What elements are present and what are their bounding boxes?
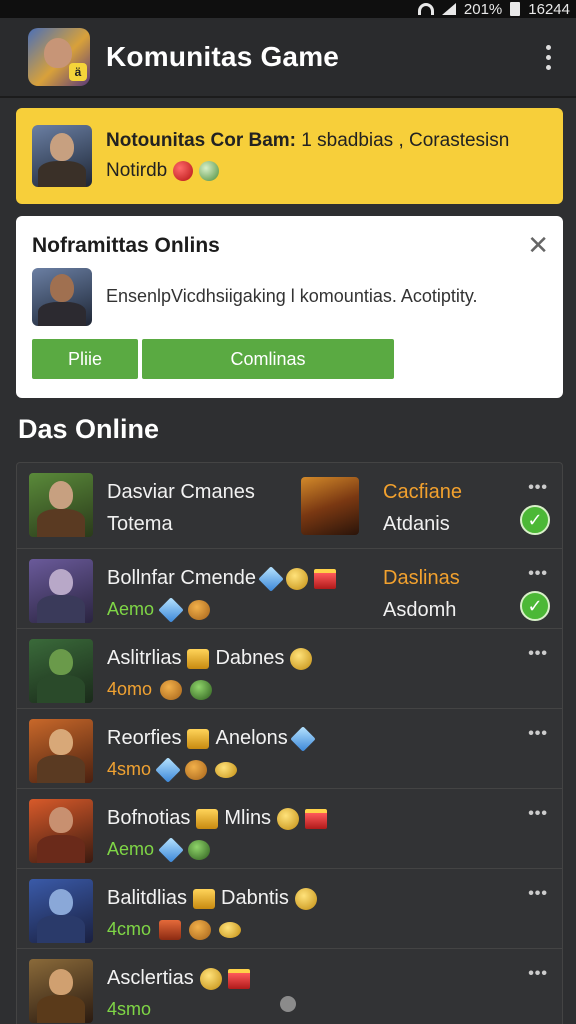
player-sub: Totema [107, 513, 173, 535]
more-icon[interactable]: ••• [528, 725, 548, 743]
box-icon [187, 648, 210, 669]
list-item[interactable]: Bollnfar Cmende Aemo Daslinas Asdomh •••… [16, 548, 563, 628]
app-logo: ä [28, 28, 90, 86]
player-tag: Dabnes [215, 647, 285, 669]
notice-subtext: Notirdb [106, 160, 168, 181]
ball-icon [173, 161, 194, 181]
notice-banner[interactable]: Notounitas Cor Bam: 1 sbadbias , Coraste… [16, 108, 563, 204]
card-title: Noframittas Onlins [32, 234, 220, 257]
player-name: Reorfies [107, 727, 182, 749]
game-name: Daslinas [383, 567, 460, 589]
potion-icon [188, 839, 211, 860]
list-item[interactable]: Asclertias 4smo ••• [16, 948, 563, 1024]
battery-icon [510, 2, 521, 16]
box-icon [193, 888, 216, 909]
avatar [29, 639, 93, 703]
gem-icon [158, 596, 184, 623]
player-sub: Aemo [107, 839, 155, 859]
more-icon[interactable]: ••• [528, 479, 548, 497]
ball-icon [185, 759, 208, 780]
game-status: Asdomh [383, 599, 457, 621]
join-button[interactable]: Comlinas [142, 339, 394, 379]
more-icon[interactable]: ••• [528, 965, 548, 983]
gem-icon [155, 756, 181, 783]
player-name: Aslitrlias [107, 647, 182, 669]
online-check-icon: ✓ [520, 591, 550, 621]
chest-icon [159, 919, 182, 940]
player-name: Dasviar Cmanes [107, 481, 255, 503]
box-icon [187, 728, 210, 749]
avatar [32, 125, 92, 187]
player-tag: Anelons [215, 727, 288, 749]
list-item[interactable]: Aslitrlias Dabnes 4omo ••• [16, 628, 563, 708]
more-icon[interactable]: ••• [528, 885, 548, 903]
avatar [29, 959, 93, 1023]
coin-icon [285, 567, 308, 590]
more-icon[interactable]: ••• [528, 645, 548, 663]
coin-icon [277, 807, 300, 830]
section-title: Das Online [18, 414, 160, 444]
gem-icon [158, 836, 184, 863]
more-icon[interactable]: ••• [528, 565, 548, 583]
coin-icon [219, 921, 242, 938]
list-item[interactable]: Balitdlias Dabntis 4cmo ••• [16, 868, 563, 948]
list-item[interactable]: Reorfies Anelons 4smo ••• [16, 708, 563, 788]
list-item[interactable]: Bofnotias Mlins Aemo ••• [16, 788, 563, 868]
game-status: Atdanis [383, 513, 450, 535]
player-sub: 4smo [107, 759, 152, 779]
avatar [29, 879, 93, 943]
pokeball-icon [199, 161, 220, 181]
more-options-icon[interactable] [538, 44, 558, 70]
gem-icon [258, 565, 284, 592]
player-tag: Dabntis [221, 887, 289, 909]
home-indicator[interactable] [280, 996, 296, 1012]
notice-text: Notounitas Cor Bam: 1 sbadbias , Coraste… [106, 130, 510, 151]
gift-icon [305, 808, 328, 829]
player-name: Balitdlias [107, 887, 188, 909]
ball-icon [160, 679, 183, 700]
ball-icon [188, 599, 211, 620]
avatar [29, 559, 93, 623]
coin-icon [294, 887, 317, 910]
game-name: Cacfiane [383, 481, 462, 503]
player-tag: Mlins [224, 807, 272, 829]
app-bar: ä Komunitas Game [0, 18, 576, 98]
wifi-icon [417, 3, 434, 15]
gem-icon [290, 725, 316, 752]
player-sub: 4smo [107, 999, 152, 1019]
game-thumbnail [301, 477, 359, 535]
player-sub: 4omo [107, 679, 153, 699]
list-item[interactable]: Dasviar Cmanes Totema Cacfiane Atdanis •… [16, 462, 563, 548]
avatar [29, 473, 93, 537]
card-message: EnsenlpVicdhsiigaking l komountias. Acot… [106, 286, 478, 306]
notification-card: Noframittas Onlins ✕ EnsenlpVicdhsiigaki… [16, 216, 563, 398]
clock: 16244 [528, 0, 570, 18]
ball-icon [189, 919, 212, 940]
avatar [32, 268, 92, 326]
player-name: Bofnotias [107, 807, 191, 829]
more-icon[interactable]: ••• [528, 805, 548, 823]
potion-icon [190, 679, 213, 700]
signal-icon [441, 3, 456, 15]
page-title: Komunitas Game [106, 41, 340, 72]
coin-icon [290, 647, 313, 670]
status-bar: 201% 16244 [0, 0, 576, 18]
battery-percent: 201% [463, 0, 503, 18]
player-sub: Aemo [107, 599, 155, 619]
box-icon [196, 808, 219, 829]
play-button[interactable]: Pliie [32, 339, 138, 379]
gift-icon [227, 968, 250, 989]
avatar [29, 799, 93, 863]
player-name: Asclertias [107, 967, 194, 989]
close-icon[interactable]: ✕ [527, 230, 549, 261]
player-sub: 4cmo [107, 919, 152, 939]
player-name: Bollnfar Cmende [107, 567, 256, 589]
coin-icon [199, 967, 222, 990]
avatar [29, 719, 93, 783]
gift-icon [313, 568, 336, 589]
coin-icon [215, 761, 238, 778]
online-list: Dasviar Cmanes Totema Cacfiane Atdanis •… [16, 462, 563, 1024]
online-check-icon: ✓ [520, 505, 550, 535]
